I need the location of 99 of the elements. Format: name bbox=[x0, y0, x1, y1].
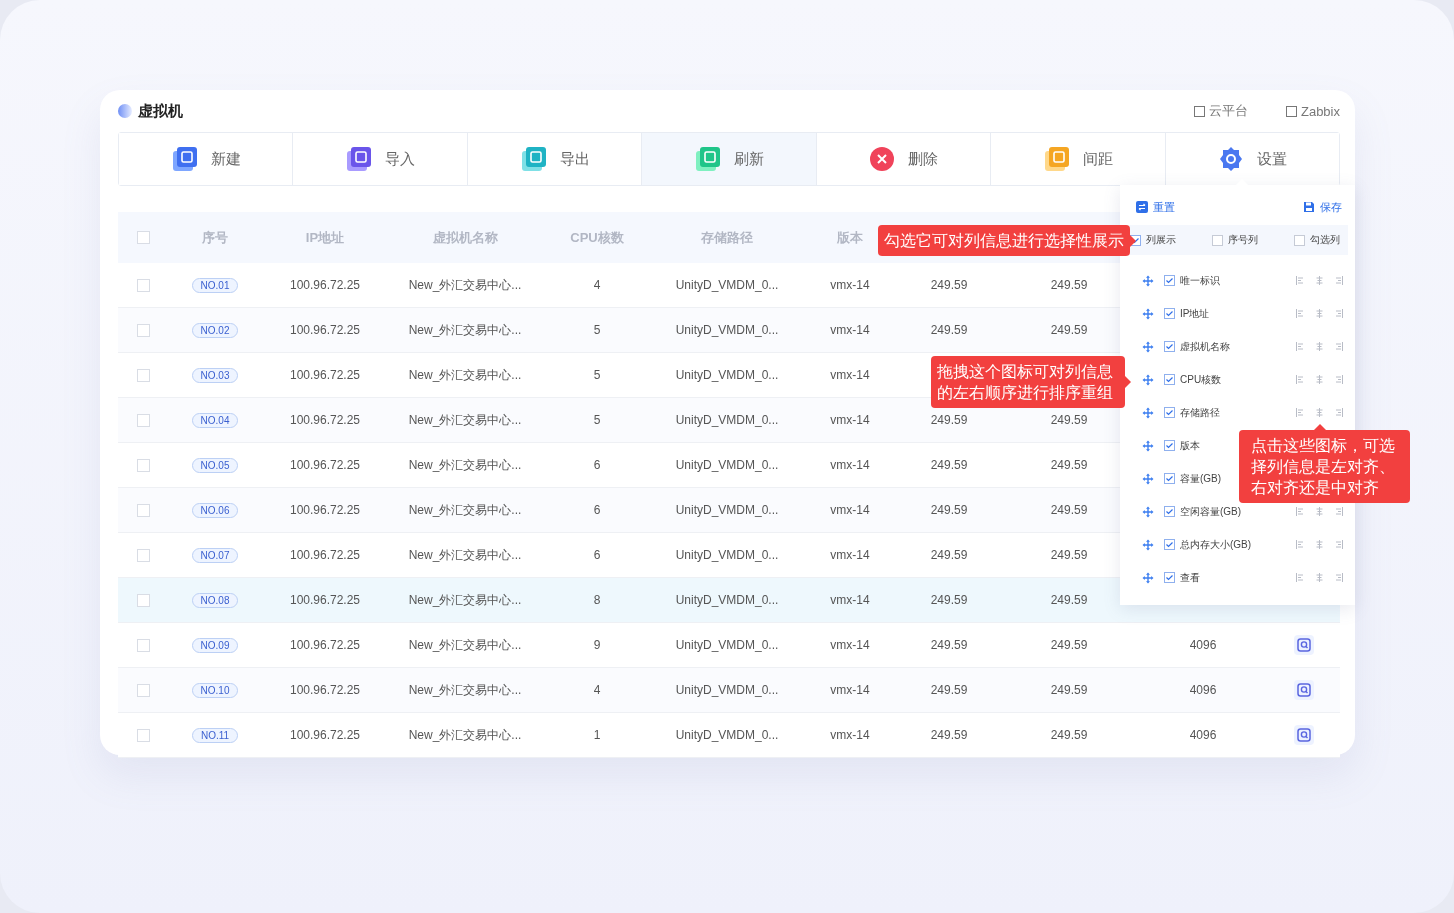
table-cell: New_外汇交易中心... bbox=[408, 546, 522, 564]
table-cell: 4 bbox=[593, 278, 601, 292]
row-number-tag: NO.11 bbox=[191, 727, 239, 743]
table-cell: 4096 bbox=[1189, 683, 1217, 697]
table-cell: vmx-14 bbox=[830, 683, 870, 697]
row-number-tag: NO.02 bbox=[191, 322, 239, 338]
table-cell: UnityD_VMDM_0... bbox=[675, 413, 779, 427]
table-cell: UnityD_VMDM_0... bbox=[675, 728, 779, 742]
row-number-tag: NO.05 bbox=[191, 457, 239, 473]
table-cell: UnityD_VMDM_0... bbox=[675, 323, 779, 337]
table-cell: 249.59 bbox=[930, 638, 968, 652]
row-number-tag: NO.01 bbox=[191, 277, 239, 293]
table-cell: vmx-14 bbox=[830, 638, 870, 652]
table-cell: 1 bbox=[593, 728, 601, 742]
table-cell: 249.59 bbox=[1050, 458, 1088, 472]
table-cell: 6 bbox=[593, 503, 601, 517]
table-cell: 100.96.72.25 bbox=[289, 728, 361, 742]
row-number-tag: NO.08 bbox=[191, 592, 239, 608]
table-cell: New_外汇交易中心... bbox=[408, 411, 522, 429]
table-cell: 5 bbox=[593, 413, 601, 427]
table-cell: vmx-14 bbox=[830, 503, 870, 517]
table-cell: 100.96.72.25 bbox=[289, 683, 361, 697]
table-cell: New_外汇交易中心... bbox=[408, 456, 522, 474]
table-cell: 249.59 bbox=[930, 458, 968, 472]
table-cell: 4096 bbox=[1189, 728, 1217, 742]
table-cell: 249.59 bbox=[1050, 503, 1088, 517]
table-cell: 8 bbox=[593, 593, 601, 607]
table-cell: 249.59 bbox=[930, 683, 968, 697]
table-cell: vmx-14 bbox=[830, 728, 870, 742]
table-cell: New_外汇交易中心... bbox=[408, 636, 522, 654]
table-cell: 249.59 bbox=[930, 413, 968, 427]
table-cell: 249.59 bbox=[930, 593, 968, 607]
table-cell: 249.59 bbox=[1050, 413, 1088, 427]
table-cell: New_外汇交易中心... bbox=[408, 591, 522, 609]
table-cell: 100.96.72.25 bbox=[289, 548, 361, 562]
column-header: 版本 bbox=[837, 228, 863, 247]
table-cell: UnityD_VMDM_0... bbox=[675, 278, 779, 292]
table-cell: 249.59 bbox=[930, 323, 968, 337]
table-cell: vmx-14 bbox=[830, 413, 870, 427]
table-cell: 5 bbox=[593, 368, 601, 382]
table-cell: vmx-14 bbox=[830, 593, 870, 607]
table-cell: UnityD_VMDM_0... bbox=[675, 683, 779, 697]
table-cell: 249.59 bbox=[1050, 593, 1088, 607]
table-cell: UnityD_VMDM_0... bbox=[675, 638, 779, 652]
row-number-tag: NO.04 bbox=[191, 412, 239, 428]
table-cell: 249.59 bbox=[1050, 638, 1088, 652]
table-cell: New_外汇交易中心... bbox=[408, 276, 522, 294]
table-cell: 100.96.72.25 bbox=[289, 278, 361, 292]
table-cell: 100.96.72.25 bbox=[289, 638, 361, 652]
table-cell: 249.59 bbox=[1050, 278, 1088, 292]
page-title: 虚拟机 bbox=[138, 101, 183, 121]
table-cell: 249.59 bbox=[930, 728, 968, 742]
row-number-tag: NO.06 bbox=[191, 502, 239, 518]
table-cell: vmx-14 bbox=[830, 548, 870, 562]
table-cell: 249.59 bbox=[1050, 683, 1088, 697]
table-cell: 100.96.72.25 bbox=[289, 368, 361, 382]
column-header: 虚拟机名称 bbox=[432, 228, 498, 247]
table-cell: New_外汇交易中心... bbox=[408, 321, 522, 339]
table-cell: 4 bbox=[593, 683, 601, 697]
row-number-tag: NO.07 bbox=[191, 547, 239, 563]
table-cell: UnityD_VMDM_0... bbox=[675, 368, 779, 382]
table-cell: 249.59 bbox=[930, 503, 968, 517]
table-cell: 249.59 bbox=[1050, 548, 1088, 562]
table-cell: vmx-14 bbox=[830, 278, 870, 292]
table-cell: 249.59 bbox=[1050, 323, 1088, 337]
table-cell: UnityD_VMDM_0... bbox=[675, 503, 779, 517]
column-header: CPU核数 bbox=[570, 228, 624, 247]
table-cell: 6 bbox=[593, 548, 601, 562]
table-cell: vmx-14 bbox=[830, 323, 870, 337]
hint-tooltip: 勾选它可对列信息进行选择性展示 bbox=[878, 225, 1136, 256]
table-cell: New_外汇交易中心... bbox=[408, 726, 522, 744]
hint-tooltip: 拖拽这个图标可对列信息的左右顺序进行排序重组 bbox=[931, 356, 1131, 408]
table-cell: 100.96.72.25 bbox=[289, 413, 361, 427]
table-cell: 249.59 bbox=[930, 548, 968, 562]
table-cell: UnityD_VMDM_0... bbox=[675, 593, 779, 607]
table-cell: UnityD_VMDM_0... bbox=[675, 548, 779, 562]
table-cell: UnityD_VMDM_0... bbox=[675, 458, 779, 472]
table-cell: 6 bbox=[593, 458, 601, 472]
column-header: 序号 bbox=[202, 228, 228, 247]
table-cell: 9 bbox=[593, 638, 601, 652]
row-number-tag: NO.09 bbox=[191, 637, 239, 653]
table-cell: 5 bbox=[593, 323, 601, 337]
table-cell: New_外汇交易中心... bbox=[408, 501, 522, 519]
table-cell: vmx-14 bbox=[830, 368, 870, 382]
row-number-tag: NO.03 bbox=[191, 367, 239, 383]
table-cell: 249.59 bbox=[930, 278, 968, 292]
table-cell: 249.59 bbox=[1050, 728, 1088, 742]
column-header: IP地址 bbox=[305, 228, 345, 247]
hint-tooltip: 点击这些图标，可选择列信息是左对齐、右对齐还是中对齐 bbox=[1239, 424, 1410, 503]
column-header: 存储路径 bbox=[701, 228, 753, 247]
table-cell: 100.96.72.25 bbox=[289, 458, 361, 472]
table-cell: 100.96.72.25 bbox=[289, 593, 361, 607]
row-number-tag: NO.10 bbox=[191, 682, 239, 698]
table-cell: vmx-14 bbox=[830, 458, 870, 472]
table-cell: 100.96.72.25 bbox=[289, 323, 361, 337]
table-cell: 4096 bbox=[1189, 638, 1217, 652]
table-cell: New_外汇交易中心... bbox=[408, 366, 522, 384]
table-cell: 100.96.72.25 bbox=[289, 503, 361, 517]
table-cell: New_外汇交易中心... bbox=[408, 681, 522, 699]
